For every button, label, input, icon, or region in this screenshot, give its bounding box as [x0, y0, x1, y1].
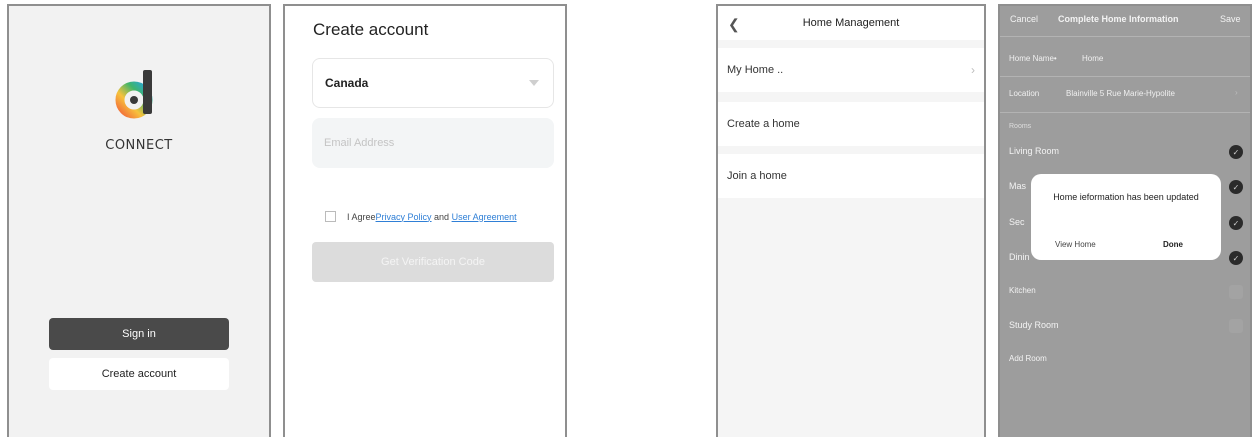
list-item-label: Join a home [727, 170, 787, 182]
view-home-button[interactable]: View Home [1055, 240, 1096, 249]
page-title: Complete Home Information [1058, 14, 1179, 24]
connect-logo-icon [115, 70, 153, 119]
create-account-screen: Create account Canada I AgreePrivacy Pol… [283, 4, 567, 437]
unchecked-box-icon[interactable] [1229, 285, 1243, 299]
location-value[interactable]: Blainville 5 Rue Marie-Hypolite [1066, 89, 1175, 98]
country-value: Canada [325, 76, 369, 90]
divider [1000, 76, 1250, 77]
list-item-label: Create a home [727, 118, 800, 130]
chevron-right-icon: › [1235, 88, 1238, 97]
get-verification-code-button[interactable]: Get Verification Code [312, 242, 554, 282]
divider [1000, 36, 1250, 37]
check-icon[interactable]: ✓ [1229, 216, 1243, 230]
agreement-row: I Agree Privacy Policy and User Agreement [325, 211, 517, 222]
user-agreement-link[interactable]: User Agreement [452, 212, 517, 222]
create-account-button[interactable]: Create account [49, 358, 229, 390]
list-item-create-home[interactable]: Create a home [718, 102, 984, 146]
email-field-container [312, 118, 554, 168]
agree-checkbox[interactable] [325, 211, 336, 222]
sign-in-button[interactable]: Sign in [49, 318, 229, 350]
brand-name: CONNECT [105, 138, 173, 153]
room-item-kitchen[interactable]: Kitchen [1009, 286, 1036, 295]
list-item-join-home[interactable]: Join a home [718, 154, 984, 198]
home-name-value[interactable]: Home [1082, 54, 1103, 63]
rooms-label: Rooms [1009, 123, 1032, 130]
unchecked-box-icon[interactable] [1229, 319, 1243, 333]
email-field[interactable] [312, 118, 554, 168]
chevron-right-icon: › [971, 63, 975, 77]
chevron-down-icon [529, 80, 539, 86]
privacy-policy-link[interactable]: Privacy Policy [376, 212, 432, 222]
save-button[interactable]: Save [1220, 14, 1241, 24]
check-icon[interactable]: ✓ [1229, 251, 1243, 265]
country-select[interactable]: Canada [312, 58, 554, 108]
list-item-my-home[interactable]: My Home .. › [718, 48, 984, 92]
room-item-master[interactable]: Mas [1009, 181, 1026, 191]
home-information-screen: Cancel Complete Home Information Save Ho… [998, 4, 1252, 437]
cancel-button[interactable]: Cancel [1010, 14, 1038, 24]
room-item-study-room[interactable]: Study Room [1009, 320, 1059, 330]
page-title: Home Management [802, 17, 900, 29]
room-item-second[interactable]: Sec [1009, 217, 1025, 227]
agree-and: and [431, 211, 452, 222]
check-icon[interactable]: ✓ [1229, 145, 1243, 159]
page-title: Create account [313, 20, 429, 39]
room-item-dining[interactable]: Dinin [1009, 252, 1030, 262]
done-button[interactable]: Done [1163, 240, 1183, 249]
home-name-label: Home Name• [1009, 54, 1057, 63]
splash-screen: CONNECT Sign in Create account [7, 4, 271, 437]
add-room-button[interactable]: Add Room [1009, 354, 1047, 363]
location-label: Location [1009, 89, 1040, 98]
check-icon[interactable]: ✓ [1229, 180, 1243, 194]
confirmation-dialog: Home ieformation has been updated View H… [1031, 174, 1221, 260]
agree-prefix: I Agree [347, 211, 376, 222]
list-item-label: My Home .. [727, 64, 784, 76]
divider [1000, 112, 1250, 113]
header: ❮ Home Management [718, 6, 984, 40]
home-management-screen: ❮ Home Management My Home .. › Create a … [716, 4, 986, 437]
dialog-message: Home ieformation has been updated [1053, 192, 1199, 202]
room-item-living-room[interactable]: Living Room [1009, 146, 1059, 156]
